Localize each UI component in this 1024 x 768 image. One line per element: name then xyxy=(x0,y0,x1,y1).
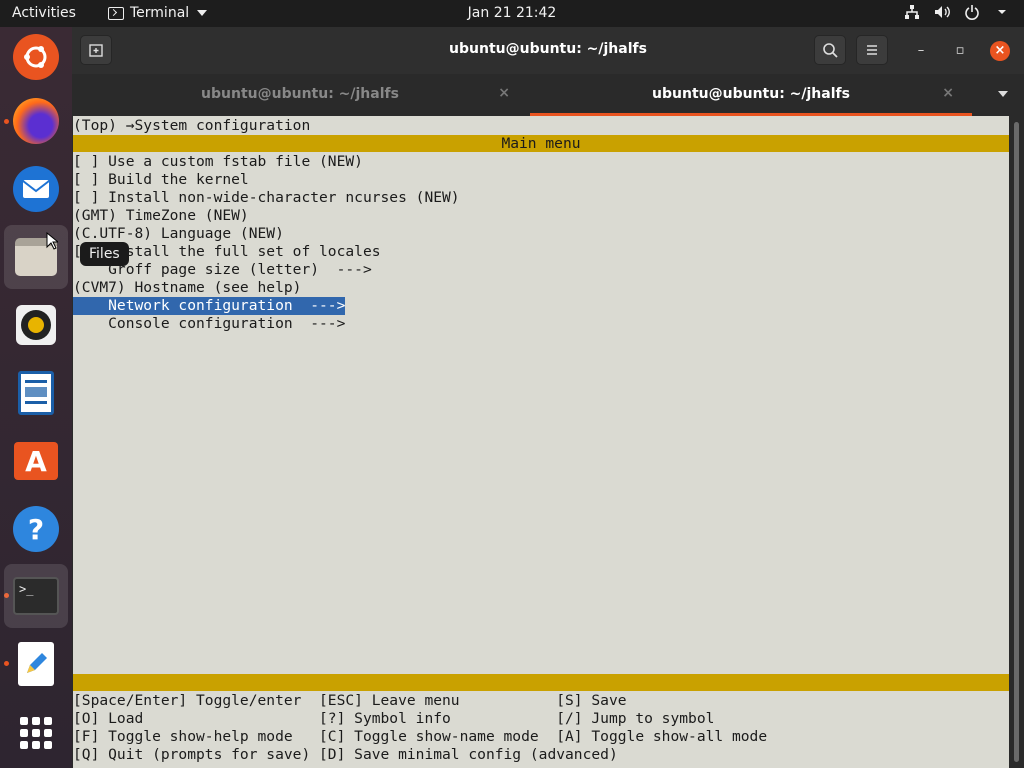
menu-item[interactable]: [ ] Use a custom fstab file (NEW) xyxy=(73,153,363,171)
search-icon xyxy=(823,43,838,58)
maximize-button[interactable]: ▫ xyxy=(950,41,970,61)
tab-2[interactable]: ubuntu@ubuntu: ~/jhalfs × xyxy=(530,74,972,116)
power-icon xyxy=(964,4,980,20)
dock-item-help[interactable]: ? xyxy=(4,497,68,561)
dock-item-text-editor[interactable] xyxy=(4,632,68,696)
menu-item[interactable]: Console configuration ---> xyxy=(73,315,345,333)
dock-item-ubuntu[interactable] xyxy=(4,25,68,89)
ubuntu-icon xyxy=(13,34,59,80)
search-button[interactable] xyxy=(814,35,846,65)
dock-item-terminal[interactable]: >_ xyxy=(4,564,68,628)
dock-item-show-apps[interactable] xyxy=(4,701,68,765)
hamburger-icon xyxy=(867,45,877,55)
dock-item-files[interactable] xyxy=(4,225,68,289)
system-menu[interactable] xyxy=(904,4,1010,20)
tab-bar: ubuntu@ubuntu: ~/jhalfs × ubuntu@ubuntu:… xyxy=(72,74,1024,116)
top-bar: Activities Terminal Jan 21 21:42 xyxy=(0,0,1024,27)
tabs-dropdown-icon[interactable] xyxy=(998,91,1008,97)
tab-close-icon[interactable]: × xyxy=(942,85,954,101)
clock[interactable]: Jan 21 21:42 xyxy=(0,5,1024,21)
menu-item[interactable]: (C.UTF-8) Language (NEW) xyxy=(73,225,284,243)
chevron-down-icon xyxy=(994,4,1010,20)
menu-item[interactable]: (GMT) TimeZone (NEW) xyxy=(73,207,249,225)
breadcrumb: (Top) →System configuration xyxy=(73,117,311,134)
terminal-window: ubuntu@ubuntu: ~/jhalfs – ▫ × ubuntu@ubu… xyxy=(72,27,1024,768)
header-bar: ubuntu@ubuntu: ~/jhalfs – ▫ × xyxy=(72,27,1024,74)
help-line: [Space/Enter] Toggle/enter [ESC] Leave m… xyxy=(73,692,627,709)
dock-item-rhythmbox[interactable] xyxy=(4,293,68,357)
show-apps-icon xyxy=(20,717,52,749)
menu-title: Main menu xyxy=(501,135,581,152)
help-line: [O] Load [?] Symbol info [/] Jump to sym… xyxy=(73,710,715,727)
volume-icon xyxy=(934,4,950,20)
help-icon: ? xyxy=(13,506,59,552)
minimize-button[interactable]: – xyxy=(911,41,931,61)
menu-button[interactable] xyxy=(856,35,888,65)
menu-item[interactable]: (CVM7) Hostname (see help) xyxy=(73,279,301,297)
scrollbar[interactable] xyxy=(1010,116,1024,768)
help-line: [F] Toggle show-help mode [C] Toggle sho… xyxy=(73,728,768,745)
menu-item-selected[interactable]: Network configuration ---> xyxy=(73,297,346,315)
mouse-cursor-icon xyxy=(46,232,58,250)
menu-item[interactable]: [ ] Build the kernel xyxy=(73,171,249,189)
dock-item-software[interactable]: A xyxy=(4,429,68,493)
dock: A ? >_ xyxy=(0,27,72,768)
libreoffice-writer-icon xyxy=(18,371,54,415)
firefox-icon xyxy=(13,98,59,144)
help-line: [Q] Quit (prompts for save) [D] Save min… xyxy=(73,746,618,763)
text-editor-icon xyxy=(18,642,54,686)
terminal-icon: >_ xyxy=(13,577,59,615)
dock-tooltip: Files xyxy=(80,242,129,266)
thunderbird-icon xyxy=(13,166,59,212)
menu-item[interactable]: [ ] Install non-wide-character ncurses (… xyxy=(73,189,460,207)
terminal-content[interactable]: (Top) →System configuration Main menu [ … xyxy=(73,116,1009,768)
ubuntu-software-icon: A xyxy=(14,442,58,480)
dock-item-firefox[interactable] xyxy=(4,89,68,153)
tab-close-icon[interactable]: × xyxy=(498,85,510,101)
rhythmbox-icon xyxy=(16,305,56,345)
dock-item-writer[interactable] xyxy=(4,361,68,425)
dock-item-thunderbird[interactable] xyxy=(4,157,68,221)
tab-1[interactable]: ubuntu@ubuntu: ~/jhalfs × xyxy=(72,74,528,116)
close-button[interactable]: × xyxy=(990,41,1010,61)
network-icon xyxy=(904,4,920,20)
